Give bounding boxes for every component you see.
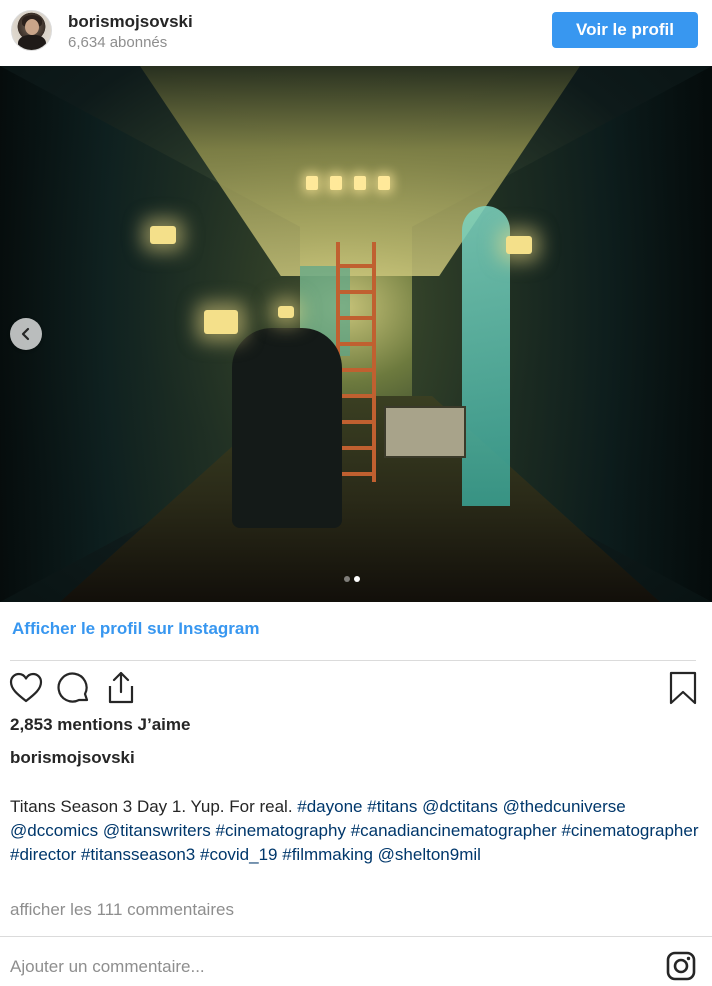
caption-tag-link[interactable]: @thedcuniverse	[503, 797, 626, 816]
heart-icon	[9, 672, 43, 703]
caption-tag-link[interactable]: #titans	[367, 797, 417, 816]
comment-button[interactable]	[57, 672, 91, 709]
caption-tag-link[interactable]: #dayone	[297, 797, 362, 816]
chevron-left-icon	[21, 327, 30, 341]
caption-tag-link[interactable]: @dccomics	[10, 821, 98, 840]
carousel-indicator	[344, 576, 360, 582]
post-caption: Titans Season 3 Day 1. Yup. For real. #d…	[10, 795, 700, 867]
caption-username[interactable]: borismojsovski	[10, 748, 135, 768]
carousel-dot	[344, 576, 350, 582]
caption-tag-link[interactable]: @titanswriters	[103, 821, 211, 840]
divider	[10, 660, 696, 661]
follower-count: 6,634 abonnés	[68, 34, 168, 51]
avatar[interactable]	[11, 10, 52, 51]
like-button[interactable]	[9, 672, 43, 707]
carousel-dot-active	[354, 576, 360, 582]
comment-icon	[57, 672, 89, 703]
divider	[0, 936, 712, 937]
carousel-prev-button[interactable]	[10, 318, 42, 350]
like-count[interactable]: 2,853 mentions J’aime	[10, 715, 190, 735]
caption-tag-link[interactable]: #covid_19	[200, 845, 278, 864]
caption-tag-link[interactable]: #cinematography	[216, 821, 346, 840]
caption-tag-link[interactable]: #titansseason3	[81, 845, 195, 864]
post-image[interactable]	[0, 66, 712, 602]
caption-text: Titans Season 3 Day 1. Yup. For real.	[10, 797, 298, 816]
caption-tag-link[interactable]: #director	[10, 845, 76, 864]
instagram-icon[interactable]	[666, 951, 696, 981]
share-icon	[108, 671, 134, 704]
caption-tag-link[interactable]: #canadiancinematographer	[351, 821, 557, 840]
bookmark-icon	[669, 671, 697, 705]
view-on-instagram-link[interactable]: Afficher le profil sur Instagram	[12, 619, 260, 639]
caption-tag-link[interactable]: #cinematographer	[561, 821, 698, 840]
save-button[interactable]	[668, 670, 698, 709]
comment-input[interactable]	[10, 952, 650, 982]
username[interactable]: borismojsovski	[68, 12, 193, 32]
post-header: borismojsovski 6,634 abonnés Voir le pro…	[0, 0, 712, 66]
caption-tag-link[interactable]: @dctitans	[422, 797, 498, 816]
caption-tag-link[interactable]: #filmmaking	[282, 845, 373, 864]
view-profile-button[interactable]: Voir le profil	[552, 12, 698, 48]
view-comments-link[interactable]: afficher les 111 commentaires	[10, 900, 234, 920]
caption-tag-link[interactable]: @shelton9mil	[378, 845, 481, 864]
share-button[interactable]	[104, 670, 138, 709]
